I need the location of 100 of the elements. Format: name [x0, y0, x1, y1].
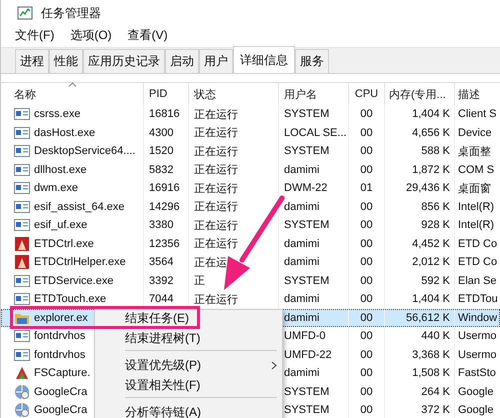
- table-cell: 00: [360, 404, 373, 416]
- table-cell: damimi: [284, 312, 320, 324]
- table-cell-text: 正在运: [194, 256, 227, 270]
- table-cell: 4300: [149, 126, 174, 139]
- table-cell: SYSTEM: [284, 145, 330, 158]
- table-cell: GoogleCra: [34, 404, 88, 416]
- table-cell: GoogleCra: [34, 386, 88, 398]
- window-title: 任务管理器: [41, 4, 101, 22]
- table-cell: dwm.exe: [34, 182, 78, 194]
- table-cell: COM S: [458, 164, 494, 176]
- table-cell: 00: [360, 145, 373, 158]
- table-cell-text: 正在运行: [194, 237, 238, 252]
- table-cell: Elan Se: [458, 274, 497, 287]
- table-cell: 1,404 K: [412, 293, 450, 306]
- table-cell: 16816: [149, 108, 180, 120]
- table-cell: damimi: [284, 200, 320, 213]
- table-cell: fontdrvhos: [34, 348, 86, 361]
- table-cell: damimi: [284, 293, 320, 306]
- table-cell: 00: [360, 330, 373, 342]
- table-cell: ETDService.exe: [34, 274, 114, 287]
- table-cell: ETDTou: [458, 293, 498, 306]
- table-cell: 264 K: [421, 386, 450, 398]
- table-cell: Google: [458, 386, 494, 398]
- table-cell: ETDCtrl.exe: [34, 238, 94, 250]
- table-cell: 00: [360, 164, 373, 176]
- table-cell: 7044: [149, 293, 174, 306]
- table-cell-text: 正在运行: [194, 182, 238, 196]
- table-cell: 3564: [149, 256, 174, 268]
- table-cell: FSCapture.: [34, 367, 90, 380]
- table-cell: 1,508 K: [412, 367, 450, 380]
- table-cell: 00: [360, 367, 373, 380]
- table-cell-text: 正在运行: [194, 126, 238, 140]
- table-cell-text: 正在运行: [194, 108, 238, 122]
- table-cell: 01: [360, 182, 373, 194]
- table-cell-text: 正在运行: [194, 144, 238, 159]
- table-cell: Usermo: [458, 348, 497, 361]
- table-cell-text: 桌面整: [458, 144, 491, 159]
- table-cell: Intel(R): [458, 219, 494, 232]
- table-cell-text: 正在运行: [194, 163, 238, 178]
- table-cell: 14296: [149, 200, 180, 213]
- table-cell: Usermo: [458, 330, 497, 342]
- table-cell: FastSto: [458, 367, 496, 380]
- table-cell: DesktopService64....: [34, 145, 136, 158]
- table-cell: Client S: [458, 108, 497, 120]
- table-cell: ETDTouch.exe: [34, 293, 106, 306]
- table-cell: 00: [360, 238, 373, 250]
- table-cell: 00: [360, 312, 373, 324]
- table-cell: ETDCtrlHelper.exe: [34, 256, 126, 268]
- table-cell: 1,872 K: [412, 164, 450, 176]
- table-cell: damimi: [284, 164, 320, 176]
- table-cell: 29,436 K: [406, 182, 450, 194]
- table-cell: 00: [360, 126, 373, 139]
- table-cell: explorer.ex: [34, 312, 88, 324]
- table-cell: Google: [458, 404, 494, 416]
- table-cell: 5832: [149, 164, 174, 176]
- table-cell: 00: [360, 219, 373, 232]
- table-cell: 56,612 K: [406, 312, 450, 324]
- table-cell: esif_uf.exe: [34, 219, 88, 232]
- table-cell: dllhost.exe: [34, 164, 87, 176]
- table-cell: 592 K: [421, 274, 450, 287]
- table-cell: dasHost.exe: [34, 126, 96, 139]
- table-cell: Intel(R): [458, 200, 494, 213]
- table-cell: 00: [360, 108, 373, 120]
- table-cell: 12356: [149, 238, 180, 250]
- table-cell: SYSTEM: [284, 108, 330, 120]
- table-cell: 1,404 K: [412, 108, 450, 120]
- table-cell: ETD Co: [458, 256, 498, 268]
- table-cell: 00: [360, 200, 373, 213]
- table-cell: 00: [360, 293, 373, 306]
- table-cell: csrss.exe: [34, 108, 80, 120]
- table-cell: 4,452 K: [412, 238, 450, 250]
- table-cell: Window: [458, 312, 498, 324]
- table-cell-text: 正在运行: [194, 292, 238, 307]
- table-cell: 00: [360, 256, 373, 268]
- table-cell: 3,368 K: [412, 348, 450, 361]
- table-cell: UMFD-22: [284, 348, 332, 361]
- table-cell: 16916: [149, 182, 180, 194]
- table-cell-text: 正在运行: [194, 218, 238, 233]
- table-cell: SYSTEM: [284, 219, 330, 232]
- table-cell: Device: [458, 126, 492, 139]
- table-cell: 00: [360, 386, 373, 398]
- table-cell: 440 K: [421, 330, 450, 342]
- table-cell: 00: [360, 348, 373, 361]
- table-cell: fontdrvhos: [34, 330, 86, 342]
- table-cell: 588 K: [421, 145, 450, 158]
- table-cell: SYSTEM: [284, 404, 330, 416]
- table-cell-text: 桌面窗: [458, 182, 491, 196]
- table-cell: SYSTEM: [284, 274, 330, 287]
- table-cell: damimi: [284, 367, 320, 380]
- table-cell: 372 K: [421, 404, 450, 416]
- table-cell: 00: [360, 274, 373, 287]
- table-cell: LOCAL SE...: [284, 126, 347, 139]
- table-cell: 4,656 K: [412, 126, 450, 139]
- table-cell: 1520: [149, 145, 174, 158]
- table-cell-text: 正在运行: [194, 200, 238, 214]
- table-cell: UMFD-0: [284, 330, 326, 342]
- table-cell: esif_assist_64.exe: [34, 200, 124, 213]
- table-cell: 856 K: [421, 200, 450, 213]
- table-cell: damimi: [284, 238, 320, 250]
- table-cell: 2,012 K: [412, 256, 450, 268]
